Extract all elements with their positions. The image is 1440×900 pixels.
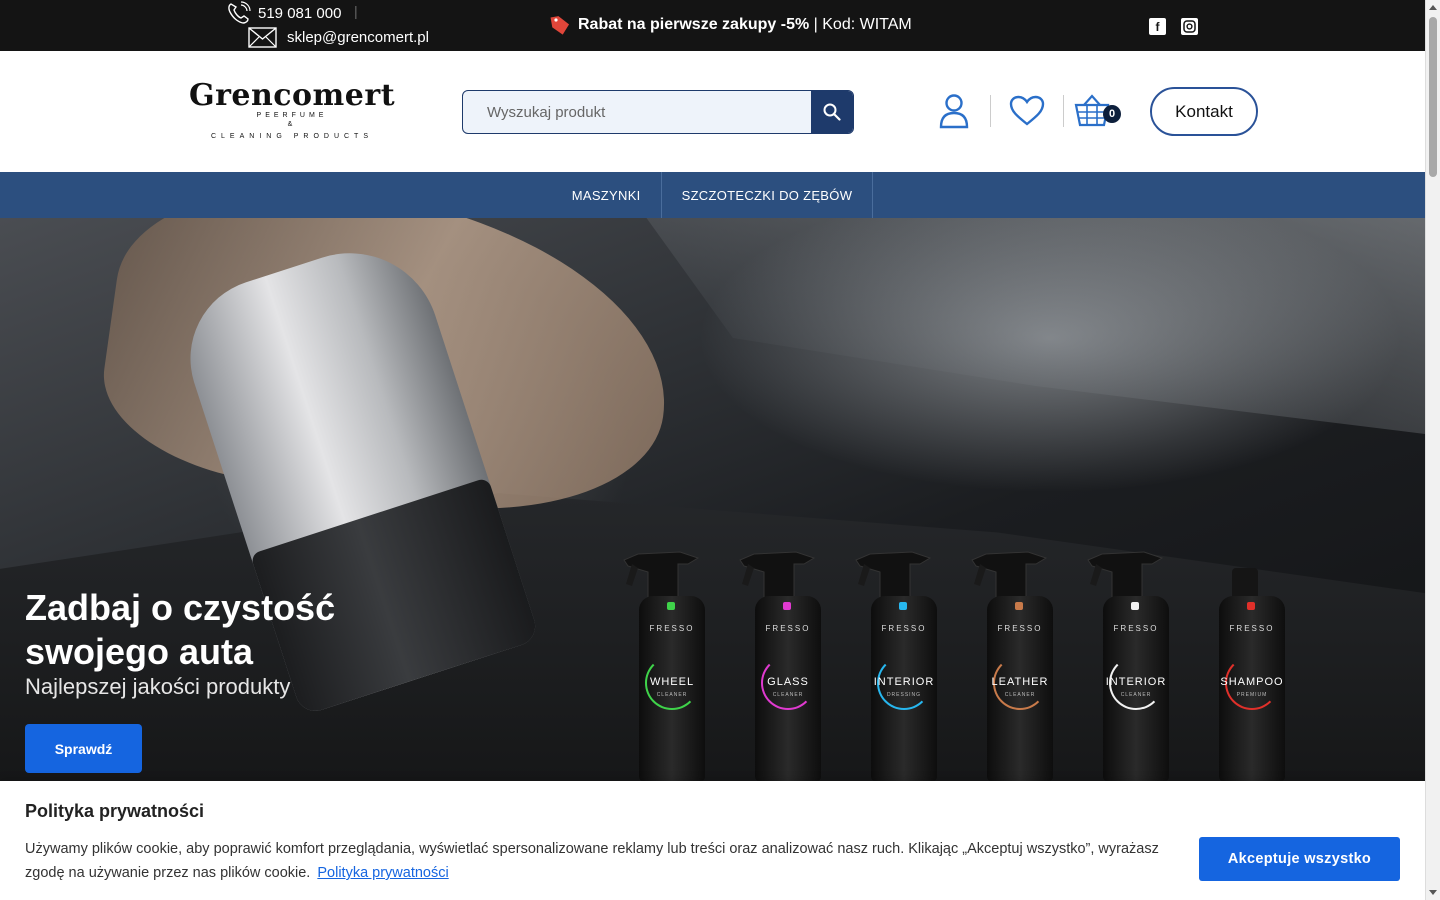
- social-links: f: [1149, 18, 1198, 35]
- phone-icon: [228, 1, 251, 24]
- promo-banner: Rabat na pierwsze zakupy -5% | Kod: WITA…: [550, 14, 912, 36]
- phone-number[interactable]: 519 081 000: [258, 5, 341, 22]
- contact-button[interactable]: Kontakt: [1150, 87, 1258, 136]
- cookie-text-block: Używamy plików cookie, aby poprawić komf…: [25, 837, 1185, 885]
- product-bottle: FRESSO INTERIOR DRESSING: [850, 550, 940, 781]
- product-type: DRESSING: [886, 692, 922, 698]
- scroll-down-arrow[interactable]: [1429, 890, 1437, 895]
- heart-wishlist-icon[interactable]: [1009, 95, 1045, 127]
- product-type: CLEANER: [656, 692, 688, 698]
- phone-contact[interactable]: 519 081 000: [226, 1, 341, 25]
- tag-icon: [550, 16, 570, 35]
- product-type: CLEANER: [1120, 692, 1152, 698]
- product-type: CLEANER: [1004, 692, 1036, 698]
- hero-subtitle: Najlepszej jakości produkty: [25, 674, 291, 699]
- search-button[interactable]: [811, 91, 853, 133]
- header-divider: [1063, 95, 1064, 127]
- product-name: INTERIOR: [1105, 676, 1167, 688]
- logo-subtitle-2: CLEANING PRODUCTS: [210, 133, 373, 140]
- product-type: CLEANER: [772, 692, 804, 698]
- topbar-separator: |: [354, 3, 358, 19]
- product-brand: FRESSO: [997, 624, 1043, 633]
- product-bottle: FRESSO GLASS CLEANER: [734, 550, 824, 781]
- site-logo[interactable]: Grencomert PEERFUME & CLEANING PRODUCTS: [186, 81, 398, 141]
- site-header: Grencomert PEERFUME & CLEANING PRODUCTS …: [0, 51, 1425, 172]
- accept-all-cookies-button[interactable]: Akceptuje wszystko: [1199, 837, 1400, 881]
- search-bar: [462, 90, 854, 134]
- facebook-icon[interactable]: f: [1149, 18, 1166, 35]
- cart-count-badge: 0: [1103, 105, 1121, 123]
- scroll-thumb[interactable]: [1429, 17, 1437, 177]
- product-type: PREMIUM: [1236, 692, 1268, 698]
- hero-title: Zadbaj o czystość swojego auta: [25, 587, 336, 672]
- product-brand: FRESSO: [649, 624, 695, 633]
- product-brand: FRESSO: [765, 624, 811, 633]
- product-bottle: FRESSO LEATHER CLEANER: [966, 550, 1056, 781]
- instagram-icon[interactable]: [1181, 18, 1198, 35]
- product-bottle: FRESSO INTERIOR CLEANER: [1082, 550, 1172, 781]
- promo-code: | Kod: WITAM: [813, 16, 912, 33]
- user-account-icon[interactable]: [938, 93, 970, 129]
- hero-banner: FRESSO WHEEL CLEANER FRESSO GLASS CLEANER FRES…: [0, 218, 1425, 781]
- hero-cta-button[interactable]: Sprawdź: [25, 724, 142, 773]
- product-brand: FRESSO: [1229, 624, 1275, 633]
- product-name: SHAMPOO: [1220, 676, 1284, 688]
- product-brand: FRESSO: [881, 624, 927, 633]
- email-contact[interactable]: sklep@grencomert.pl: [248, 27, 429, 48]
- nav-item-maszynki[interactable]: MASZYNKI: [552, 172, 662, 218]
- product-bottle: FRESSO SHAMPOO PREMIUM: [1198, 550, 1288, 781]
- nav-item-szczoteczki[interactable]: SZCZOTECZKI DO ZĘBÓW: [662, 172, 874, 218]
- product-brand: FRESSO: [1113, 624, 1159, 633]
- cookie-description: Używamy plików cookie, aby poprawić komf…: [25, 841, 1159, 881]
- product-lineup: FRESSO WHEEL CLEANER FRESSO GLASS CLEANER FRES…: [618, 550, 1288, 781]
- product-name: LEATHER: [991, 676, 1049, 688]
- main-navigation: MASZYNKI SZCZOTECZKI DO ZĘBÓW: [0, 172, 1425, 218]
- logo-brand: Grencomert: [188, 78, 396, 113]
- privacy-policy-link[interactable]: Polityka prywatności: [317, 865, 448, 881]
- product-name: WHEEL: [649, 676, 695, 688]
- top-info-bar: 519 081 000 | sklep@grencomert.pl Rabat …: [0, 0, 1425, 51]
- search-icon: [823, 103, 841, 121]
- logo-ampersand: &: [287, 121, 297, 128]
- product-name: INTERIOR: [873, 676, 935, 688]
- promo-text: Rabat na pierwsze zakupy -5%: [578, 16, 810, 33]
- header-divider: [990, 95, 991, 127]
- product-name: GLASS: [767, 676, 809, 688]
- page-scrollbar[interactable]: [1425, 0, 1440, 900]
- email-address[interactable]: sklep@grencomert.pl: [287, 29, 429, 46]
- scroll-up-arrow[interactable]: [1429, 5, 1437, 10]
- hero-background-windshield: [646, 218, 1425, 434]
- envelope-icon: [248, 27, 277, 48]
- cookie-title: Polityka prywatności: [25, 801, 205, 821]
- cookie-consent-banner: Polityka prywatności Używamy plików cook…: [0, 781, 1425, 900]
- search-input[interactable]: [463, 91, 811, 133]
- product-bottle: FRESSO WHEEL CLEANER: [618, 550, 708, 781]
